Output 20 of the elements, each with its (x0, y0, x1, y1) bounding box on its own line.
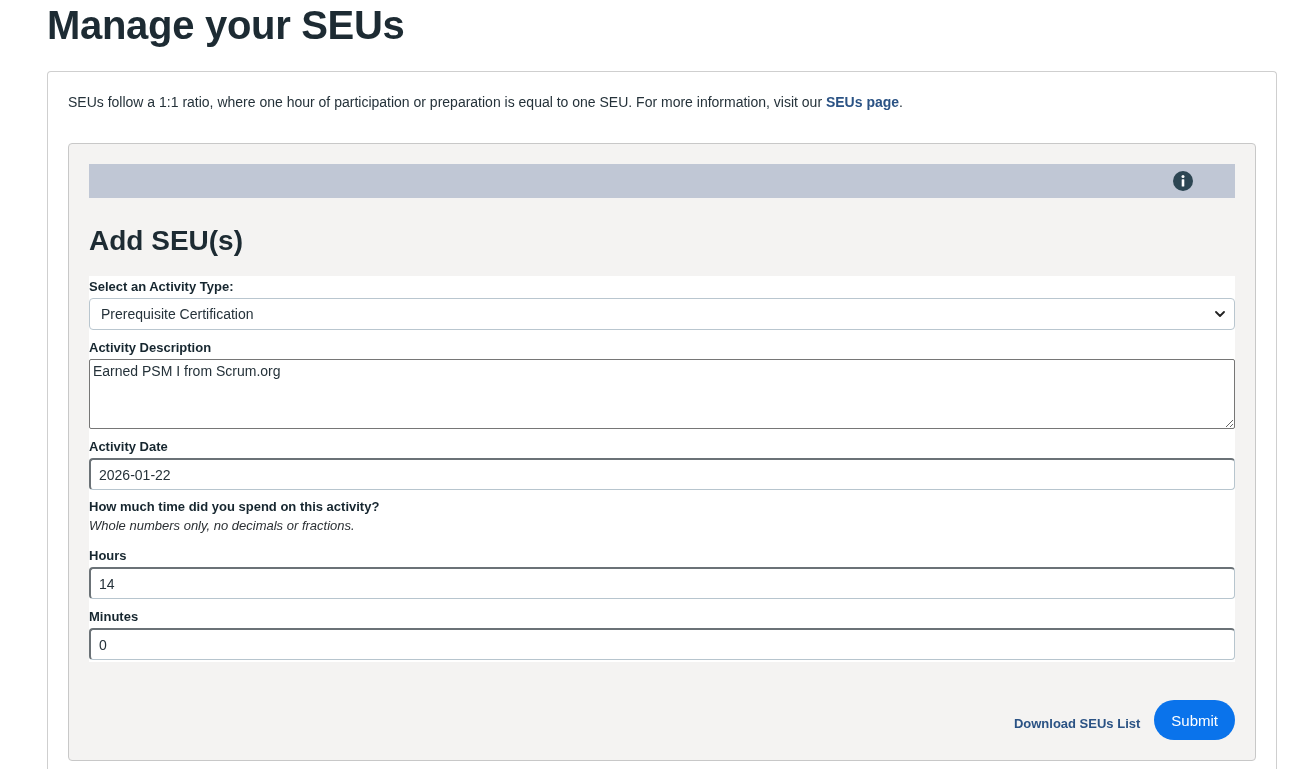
form-title: Add SEU(s) (89, 224, 243, 258)
seus-page-link[interactable]: SEUs page (825, 94, 900, 110)
intro-text: SEUs follow a 1:1 ratio, where one hour of participation or preparation is equal to one SEU. For more information, visit our SEUs page. (68, 93, 904, 112)
submit-button[interactable]: Submit (1154, 700, 1235, 740)
field-label: How much time did you spend on this activity? (89, 498, 380, 516)
text-input[interactable]: 0 (89, 628, 1235, 660)
info-icon[interactable] (1173, 171, 1193, 191)
hint-text: Whole numbers only, no decimals or fractions. (89, 517, 355, 535)
text-input[interactable]: 2026-01-22 (89, 458, 1235, 490)
field-label: Hours (89, 547, 127, 565)
select-field[interactable]: Prerequisite Certification (89, 298, 1235, 330)
text-input[interactable]: 14 (89, 567, 1235, 599)
field-label: Activity Description (89, 339, 212, 357)
field-label: Minutes (89, 608, 139, 626)
field-label: Select an Activity Type: (89, 278, 234, 296)
text-area[interactable]: Earned PSM I from Scrum.org (89, 359, 1235, 429)
chevron-down-icon (1215, 311, 1225, 317)
page-title: Manage your SEUs (47, 2, 405, 49)
download-link[interactable]: Download SEUs List (1013, 716, 1141, 731)
field-label: Activity Date (89, 438, 168, 456)
